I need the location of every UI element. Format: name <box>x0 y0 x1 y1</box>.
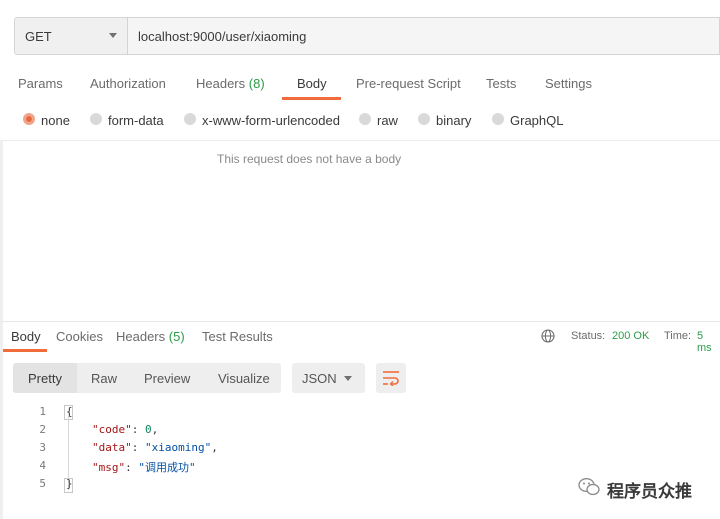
response-divider[interactable] <box>0 321 720 322</box>
line-number: 5 <box>39 477 46 490</box>
response-tab-headers-count: (5) <box>168 329 185 344</box>
json-line: "code": 0, <box>92 423 158 436</box>
format-label: JSON <box>302 371 337 386</box>
view-mode-raw[interactable]: Raw <box>91 371 117 386</box>
tab-settings[interactable]: Settings <box>545 76 592 91</box>
json-close-brace: } <box>66 477 73 490</box>
globe-icon[interactable] <box>541 329 555 343</box>
json-value: 0 <box>145 423 152 436</box>
response-active-tab-indicator <box>3 349 47 352</box>
method-label: GET <box>25 29 52 44</box>
radio-none[interactable] <box>23 113 35 125</box>
radio-x-www-form-urlencoded[interactable] <box>184 113 196 125</box>
json-value: "xiaoming" <box>145 441 212 454</box>
response-tab-body[interactable]: Body <box>11 329 41 344</box>
view-mode-group: Pretty Raw Preview Visualize <box>13 363 281 393</box>
line-number: 3 <box>39 441 46 454</box>
radio-form-data-label: form-data <box>108 113 164 128</box>
tab-headers-label: Headers <box>196 76 246 91</box>
json-trail: , <box>211 441 218 454</box>
radio-x-www-form-urlencoded-label: x-www-form-urlencoded <box>202 113 340 128</box>
url-input[interactable]: localhost:9000/user/xiaoming <box>128 17 720 55</box>
json-line: "msg": "调用成功" <box>92 459 196 475</box>
tab-body[interactable]: Body <box>297 76 327 91</box>
view-mode-preview[interactable]: Preview <box>144 371 190 386</box>
json-separator: : <box>125 461 139 474</box>
json-key: "code" <box>92 423 132 436</box>
json-open-brace: { <box>66 405 73 418</box>
chevron-down-icon <box>344 376 352 381</box>
status-value: 200 OK <box>612 330 650 342</box>
chevron-down-icon <box>109 33 117 38</box>
json-separator: : <box>131 423 145 436</box>
wrap-lines-button[interactable] <box>376 363 406 393</box>
radio-raw[interactable] <box>359 113 371 125</box>
radio-form-data[interactable] <box>90 113 102 125</box>
radio-raw-label: raw <box>377 113 398 128</box>
json-value: "调用成功" <box>138 461 196 474</box>
response-tab-headers-label: Headers <box>116 329 166 344</box>
json-key: "msg" <box>92 461 126 474</box>
format-select[interactable]: JSON <box>292 363 365 393</box>
radio-graphql-label: GraphQL <box>510 113 564 128</box>
json-line: "data": "xiaoming", <box>92 441 218 454</box>
tab-params[interactable]: Params <box>18 76 63 91</box>
wrap-lines-icon <box>383 371 399 386</box>
response-tab-cookies[interactable]: Cookies <box>56 329 103 344</box>
radio-graphql[interactable] <box>492 113 504 125</box>
response-tab-test-results[interactable]: Test Results <box>202 329 273 344</box>
line-number: 2 <box>39 423 46 436</box>
url-text: localhost:9000/user/xiaoming <box>138 29 307 44</box>
tab-pre-request-script[interactable]: Pre-request Script <box>356 76 461 91</box>
view-mode-pretty[interactable]: Pretty <box>28 371 62 386</box>
wechat-icon <box>578 478 600 496</box>
radio-none-label: none <box>41 113 70 128</box>
time-label: Time: <box>664 330 692 342</box>
view-mode-visualize[interactable]: Visualize <box>218 371 270 386</box>
tab-headers[interactable]: Headers (8) <box>196 76 265 91</box>
json-key: "data" <box>92 441 132 454</box>
line-number: 1 <box>39 405 46 418</box>
panel-edge <box>0 140 3 519</box>
response-tab-headers[interactable]: Headers (5) <box>116 329 185 344</box>
time-value: 5 ms <box>697 330 712 354</box>
line-number: 4 <box>39 459 46 472</box>
method-select[interactable]: GET <box>14 17 128 55</box>
radio-binary[interactable] <box>418 113 430 125</box>
active-tab-indicator <box>282 97 341 100</box>
watermark-text: 程序员众推 <box>607 482 692 501</box>
tab-tests[interactable]: Tests <box>486 76 516 91</box>
json-separator: : <box>131 441 145 454</box>
tab-headers-count: (8) <box>248 76 265 91</box>
status-label: Status: <box>571 330 606 342</box>
empty-body-message: This request does not have a body <box>217 152 402 166</box>
divider <box>0 140 720 141</box>
radio-binary-label: binary <box>436 113 472 128</box>
json-trail: , <box>151 423 159 436</box>
tab-authorization[interactable]: Authorization <box>90 76 166 91</box>
